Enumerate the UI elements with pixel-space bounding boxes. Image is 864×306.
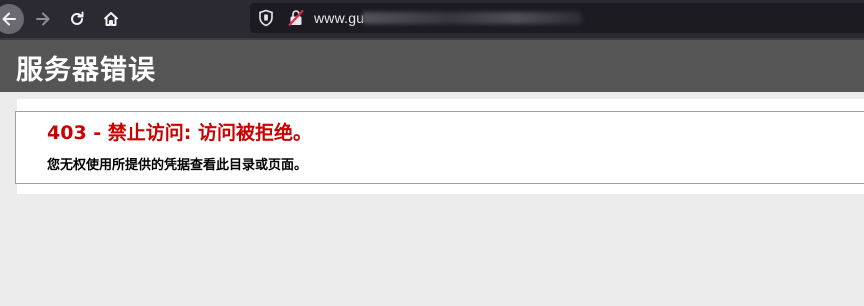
browser-toolbar: www.gu <box>0 0 864 38</box>
reload-button[interactable] <box>62 4 92 34</box>
url-redacted <box>362 12 582 24</box>
home-button[interactable] <box>96 4 126 34</box>
forward-button[interactable] <box>28 4 58 34</box>
back-arrow-icon <box>2 12 16 26</box>
page-title: 服务器错误 <box>16 55 156 86</box>
error-message: 您无权使用所提供的凭据查看此目录或页面。 <box>47 158 308 173</box>
url-text[interactable]: www.gu <box>314 10 364 26</box>
insecure-lock-icon[interactable] <box>288 9 304 27</box>
reload-icon <box>71 11 84 25</box>
page-header: 服务器错误 <box>0 38 864 92</box>
error-box: 403 - 禁止访问: 访问被拒绝。 您无权使用所提供的凭据查看此目录或页面。 <box>15 111 864 184</box>
error-title: 403 - 禁止访问: 访问被拒绝。 <box>47 122 312 144</box>
back-button[interactable] <box>0 4 24 34</box>
forward-arrow-icon <box>36 12 50 26</box>
shield-icon[interactable] <box>258 9 274 27</box>
address-bar[interactable]: www.gu <box>250 3 864 33</box>
home-icon <box>103 12 119 26</box>
